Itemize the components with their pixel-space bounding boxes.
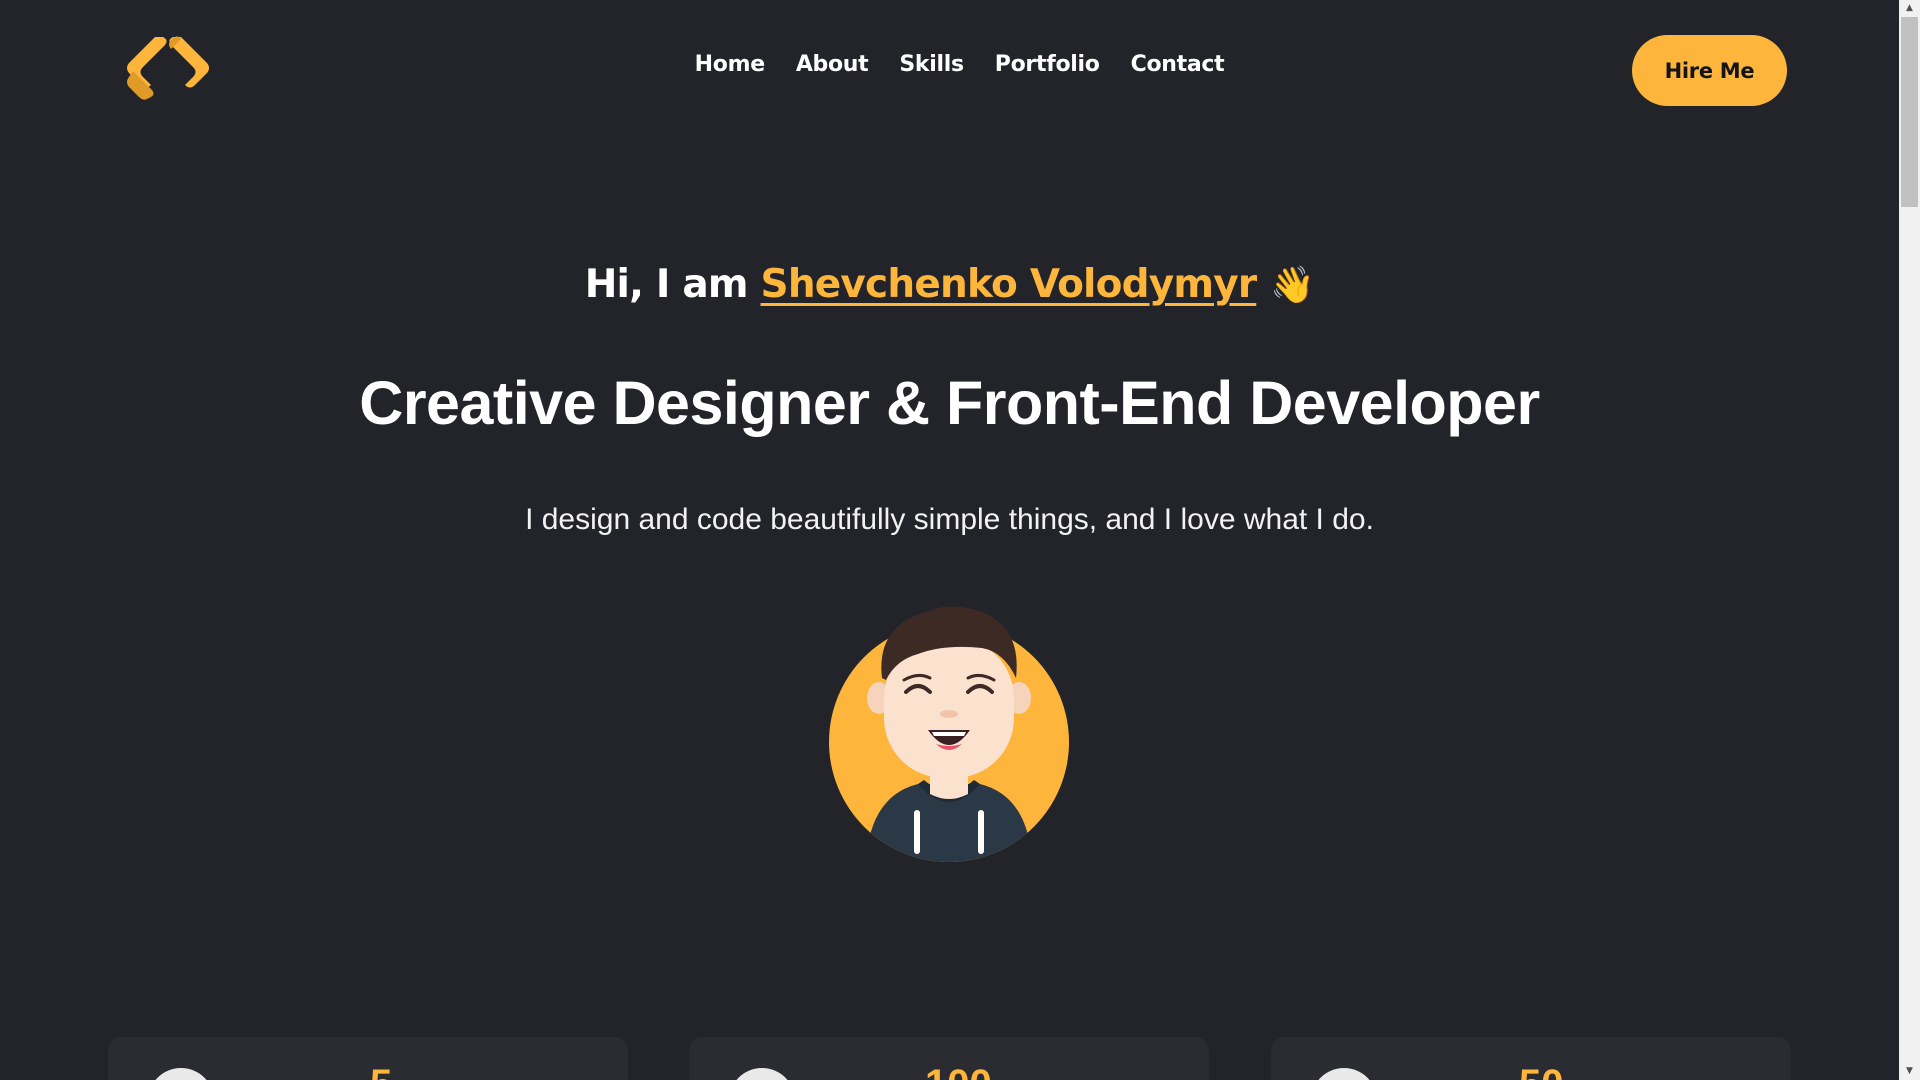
page-scrollbar[interactable]: ▲ ▼ xyxy=(1899,0,1920,1080)
nav-home[interactable]: Home xyxy=(695,52,765,77)
stat-number: 5 xyxy=(370,1064,392,1080)
greeting-prefix: Hi, I am xyxy=(584,262,761,307)
main-nav: Home About Skills Portfolio Contact xyxy=(0,52,1899,77)
stat-icon xyxy=(148,1068,214,1080)
nav-contact[interactable]: Contact xyxy=(1131,52,1225,77)
scroll-down-arrow-icon[interactable]: ▼ xyxy=(1899,1063,1920,1080)
nav-skills[interactable]: Skills xyxy=(899,52,964,77)
stat-card: 50 xyxy=(1271,1037,1791,1080)
stat-card: 5 xyxy=(108,1037,628,1080)
nav-about[interactable]: About xyxy=(796,52,869,77)
avatar xyxy=(829,606,1069,862)
hire-me-button[interactable]: Hire Me xyxy=(1632,35,1787,106)
hero-headline: Creative Designer & Front-End Developer xyxy=(359,369,1540,437)
portfolio-page: Home About Skills Portfolio Contact Hire… xyxy=(0,0,1899,1080)
scrollbar-thumb[interactable] xyxy=(1901,17,1918,207)
stat-card: 100 xyxy=(689,1037,1209,1080)
stat-number: 50 xyxy=(1519,1064,1564,1080)
stat-icon xyxy=(729,1068,795,1080)
stat-number: 100 xyxy=(925,1064,992,1080)
scroll-up-arrow-icon[interactable]: ▲ xyxy=(1899,0,1920,17)
hero-tagline: I design and code beautifully simple thi… xyxy=(525,503,1374,536)
nav-portfolio[interactable]: Portfolio xyxy=(995,52,1100,77)
waving-hand-icon: 👋 xyxy=(1270,265,1315,306)
stat-icon xyxy=(1311,1068,1377,1080)
hero-name-link[interactable]: Shevchenko Volodymyr xyxy=(761,262,1258,307)
hero-greeting: Hi, I am Shevchenko Volodymyr 👋 xyxy=(0,262,1899,307)
